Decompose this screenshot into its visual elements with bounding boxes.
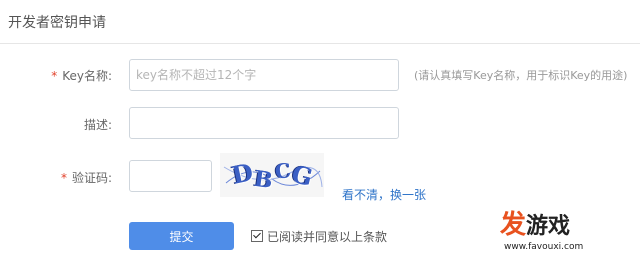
site-watermark-logo: 发游戏 www.favouxi.com — [500, 210, 636, 258]
refresh-captcha-link[interactable]: 看不清，换一张 — [342, 186, 426, 203]
description-input[interactable] — [129, 107, 399, 139]
submit-button[interactable]: 提交 — [129, 222, 234, 250]
key-name-label: * Key名称: — [51, 69, 112, 83]
captcha-char: B — [252, 165, 275, 195]
key-name-input[interactable] — [129, 59, 399, 91]
watermark-logo-text: 发游戏 — [500, 210, 571, 240]
page-header: 开发者密钥申请 — [0, 0, 640, 44]
captcha-image[interactable]: D B C G — [220, 153, 324, 197]
key-name-hint: (请认真填写Key名称，用于标识Key的用途) — [414, 69, 628, 82]
agree-terms-checkbox[interactable]: 已阅读并同意以上条款 — [251, 228, 387, 245]
page-title: 开发者密钥申请 — [8, 15, 106, 31]
captcha-label: * 验证码: — [60, 171, 112, 185]
captcha-input[interactable] — [129, 160, 212, 192]
checkbox-checked-icon[interactable] — [251, 230, 263, 242]
description-label: 描述: — [83, 118, 112, 132]
agree-terms-label: 已阅读并同意以上条款 — [267, 230, 388, 244]
required-mark: * — [60, 171, 67, 185]
watermark-url: www.favouxi.com — [504, 242, 584, 252]
required-mark: * — [51, 69, 58, 83]
